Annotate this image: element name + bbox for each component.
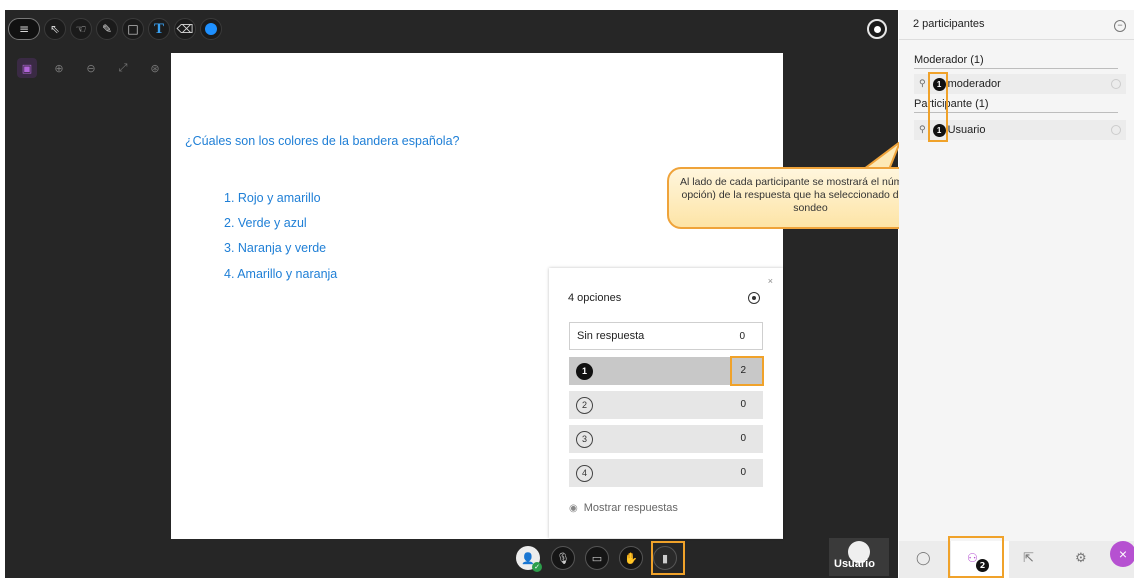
poll-row-label: Sin respuesta <box>577 330 645 342</box>
poll-row-count: 0 <box>739 331 745 342</box>
participants-tab-highlight-box <box>948 536 1004 578</box>
pan-hand-icon[interactable]: ☜ <box>70 18 92 40</box>
participant-name: moderador <box>947 78 1001 90</box>
chat-icon[interactable]: ◯ <box>916 551 931 566</box>
close-panel-button[interactable]: × <box>1110 541 1134 567</box>
zoom-out-icon[interactable]: ⊖ <box>81 58 101 78</box>
eraser-icon[interactable]: ⌫ <box>174 18 196 40</box>
end-poll-button[interactable] <box>748 292 760 304</box>
option-number-badge: 2 <box>576 396 593 414</box>
poll-row-option-2: 2 0 <box>569 391 763 419</box>
microphone-icon[interactable]: 🎙 <box>551 546 575 570</box>
share-content-icon[interactable]: ⇱ <box>1023 551 1034 566</box>
panel-bottom-nav: ◯ ⚇ 2 ⇱ ⚙ <box>899 541 1134 578</box>
stop-icon <box>752 296 756 300</box>
shape-icon[interactable]: □ <box>122 18 144 40</box>
poll-row-no-answer: Sin respuesta 0 <box>569 322 763 350</box>
poll-row-count: 0 <box>740 467 746 478</box>
poll-row-count: 0 <box>740 433 746 444</box>
person-icon: ⚲ <box>919 79 926 89</box>
slide-option-2: 2. Verde y azul <box>224 216 307 230</box>
select-icon[interactable]: ⇖ <box>44 18 66 40</box>
zoom-reset-icon[interactable]: ⊛ <box>145 58 165 78</box>
pen-icon[interactable]: ✎ <box>96 18 118 40</box>
poll-title: 4 opciones <box>568 292 622 304</box>
slide-option-4: 4. Amarillo y naranja <box>224 267 338 281</box>
collaborate-app: ≡ ⇖ ☜ ✎ □ T ⌫ ▣ ⊕ ⊖ ⤢ ⊛ ¿Cúales son los … <box>0 0 1134 585</box>
option-number-badge: 3 <box>576 430 593 448</box>
my-status-avatar-icon[interactable]: 👤 ✓ <box>516 546 542 572</box>
poll-close-icon[interactable]: × <box>768 276 773 286</box>
option-number-badge: 1 <box>576 362 593 380</box>
person-icon: ⚲ <box>919 125 926 135</box>
whiteboard-toolbar: ≡ ⇖ ☜ ✎ □ T ⌫ <box>8 17 226 41</box>
participant-name: Usuario <box>947 124 986 136</box>
color-swatch <box>205 23 217 35</box>
raise-hand-icon[interactable]: ✋ <box>619 546 643 570</box>
user-tile-name: Usuario <box>834 558 875 570</box>
participants-panel: 2 participantes − Moderador (1) ⚲ 1 mode… <box>899 10 1134 578</box>
show-answers-link[interactable]: ◉ Mostrar respuestas <box>569 502 678 514</box>
answer-badges-highlight-box <box>928 72 948 142</box>
fit-screen-icon[interactable]: ⤢ <box>113 58 133 78</box>
participant-options-icon[interactable] <box>1111 125 1121 135</box>
option-number-badge: 4 <box>576 464 593 482</box>
status-check-icon: ✓ <box>532 562 542 572</box>
zoom-toolbar: ▣ ⊕ ⊖ ⤢ ⊛ <box>17 58 177 78</box>
stop-sharing-button[interactable] <box>867 19 887 39</box>
slide-option-1: 1. Rojo y amarillo <box>224 191 321 205</box>
slide-question: ¿Cúales son los colores de la bandera es… <box>185 134 460 148</box>
poll-panel: × 4 opciones Sin respuesta 0 1 2 2 0 3 0… <box>549 268 783 538</box>
zoom-in-icon[interactable]: ⊕ <box>49 58 69 78</box>
poll-button-highlight-box <box>651 541 685 575</box>
stop-icon <box>873 25 881 33</box>
slide-option-3: 3. Naranja y verde <box>224 241 327 255</box>
poll-row-count: 0 <box>740 399 746 410</box>
slide-icon[interactable]: ▣ <box>17 58 37 78</box>
participant-options-icon[interactable] <box>1111 79 1121 89</box>
text-tool-icon[interactable]: T <box>148 18 170 40</box>
show-answers-label: Mostrar respuestas <box>583 502 678 514</box>
collapse-icon[interactable]: − <box>1114 20 1126 32</box>
participants-count-title: 2 participantes <box>913 18 985 30</box>
poll-row-option-3: 3 0 <box>569 425 763 453</box>
camera-icon[interactable]: ▭ <box>585 546 609 570</box>
poll-row-option-4: 4 0 <box>569 459 763 487</box>
moderators-heading: Moderador (1) <box>914 54 1118 69</box>
settings-gear-icon[interactable]: ⚙ <box>1075 551 1087 566</box>
menu-icon[interactable]: ≡ <box>8 18 40 40</box>
panel-header: 2 participantes − <box>899 10 1134 40</box>
eye-icon: ◉ <box>569 502 578 514</box>
count-highlight-box <box>730 356 764 386</box>
user-video-tile: Usuario <box>829 538 889 576</box>
color-picker-button[interactable] <box>200 18 222 40</box>
